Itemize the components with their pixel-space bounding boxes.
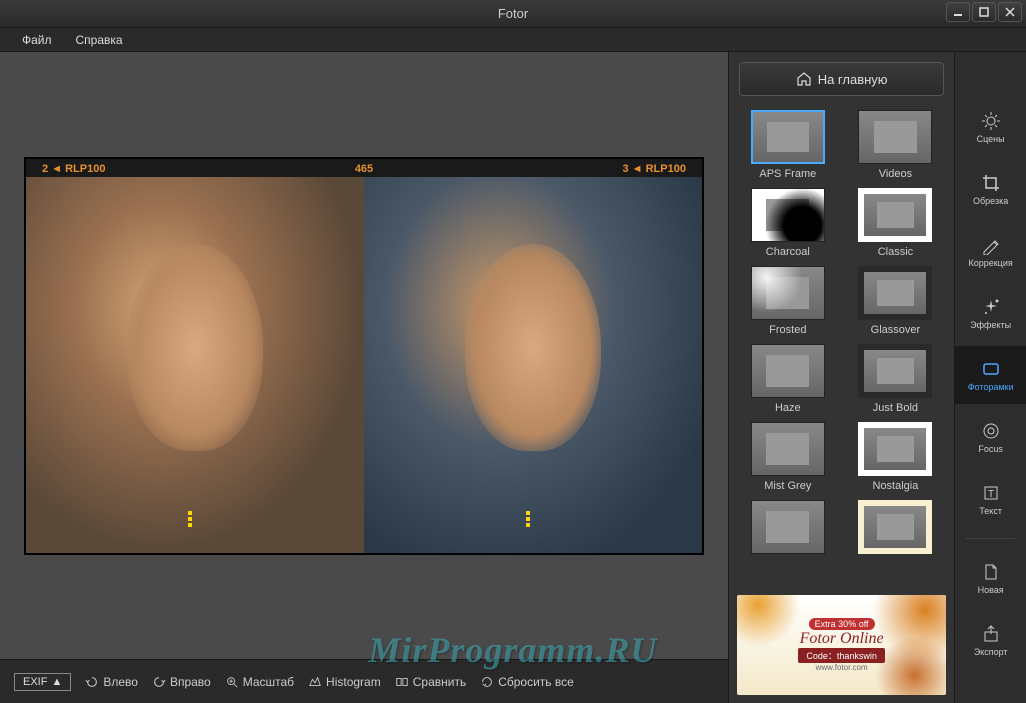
- frame-icon: [981, 359, 1001, 379]
- export-icon: [981, 624, 1001, 644]
- text-icon: T: [981, 483, 1001, 503]
- frame-item-Nostalgia[interactable]: Nostalgia: [849, 422, 943, 492]
- tool-label: Текст: [979, 506, 1002, 516]
- tools-sidebar: Сцены Обрезка Коррекция Эффекты Фоторамки Foc…: [954, 52, 1026, 703]
- tool-label: Фоторамки: [968, 382, 1014, 392]
- rotate-right-button[interactable]: Вправо: [152, 675, 211, 689]
- frame-item-Just Bold[interactable]: Just Bold: [849, 344, 943, 414]
- tool-sparkle[interactable]: Эффекты: [955, 284, 1026, 342]
- frame-label: Haze: [775, 402, 801, 414]
- frame-label: Videos: [879, 168, 912, 180]
- frame-item-Haze[interactable]: Haze: [741, 344, 835, 414]
- home-icon: [796, 71, 812, 87]
- tool-label: Сцены: [977, 134, 1005, 144]
- film-marker-center: 465: [355, 163, 373, 175]
- bottom-toolbar: EXIF▲ Влево Вправо Масштаб Histogram Сра…: [0, 659, 728, 703]
- tool-label: Новая: [978, 585, 1004, 595]
- tool-frame[interactable]: Фоторамки: [955, 346, 1026, 404]
- frame-label: Mist Grey: [764, 480, 811, 492]
- promo-title: Fotor Online: [800, 630, 884, 648]
- frame-thumb: [751, 422, 825, 476]
- exif-button[interactable]: EXIF▲: [14, 673, 71, 691]
- maximize-button[interactable]: [972, 2, 996, 22]
- frame-item-11[interactable]: [849, 500, 943, 558]
- frame-thumb: [751, 266, 825, 320]
- titlebar: Fotor: [0, 0, 1026, 28]
- frame-thumb: [858, 110, 932, 164]
- film-marker-left: 2 ◄ RLP100: [42, 163, 105, 175]
- right-panel: На главную APS Frame Videos Charcoal Classi…: [728, 52, 1026, 703]
- pencil-icon: [981, 235, 1001, 255]
- sparkle-icon: [981, 297, 1001, 317]
- frame-item-APS Frame[interactable]: APS Frame: [741, 110, 835, 180]
- frame-label: Charcoal: [766, 246, 810, 258]
- reset-button[interactable]: Сбросить все: [480, 675, 574, 689]
- menubar: Файл Справка: [0, 28, 1026, 52]
- frame-label: APS Frame: [759, 168, 816, 180]
- frame-thumb: [751, 188, 825, 242]
- target-icon: [981, 421, 1001, 441]
- canvas-area: 2 ◄ RLP100 465 3 ◄ RLP100 EXIF▲ Влево Вп…: [0, 52, 728, 703]
- frame-thumb: [858, 344, 932, 398]
- tool-label: Focus: [978, 444, 1003, 454]
- app-title: Fotor: [498, 6, 528, 21]
- frame-label: Nostalgia: [872, 480, 918, 492]
- frame-thumb: [858, 500, 932, 554]
- frame-thumb: [858, 266, 932, 320]
- tool-crop[interactable]: Обрезка: [955, 160, 1026, 218]
- frame-thumb: [751, 500, 825, 554]
- photo-after: [364, 177, 702, 553]
- frame-thumb: [751, 344, 825, 398]
- frame-item-Glassover[interactable]: Glassover: [849, 266, 943, 336]
- crop-icon: [981, 173, 1001, 193]
- sun-icon: [981, 111, 1001, 131]
- tool-export[interactable]: Экспорт: [955, 611, 1026, 669]
- photo-preview[interactable]: 2 ◄ RLP100 465 3 ◄ RLP100: [24, 157, 704, 555]
- photo-before: [26, 177, 364, 553]
- promo-discount: Extra 30% off: [809, 618, 875, 630]
- frame-label: Glassover: [871, 324, 921, 336]
- frame-item-Videos[interactable]: Videos: [849, 110, 943, 180]
- frame-thumb: [858, 188, 932, 242]
- compare-button[interactable]: Сравнить: [395, 675, 466, 689]
- minimize-button[interactable]: [946, 2, 970, 22]
- close-button[interactable]: [998, 2, 1022, 22]
- tool-label: Коррекция: [968, 258, 1012, 268]
- rotate-left-button[interactable]: Влево: [85, 675, 138, 689]
- home-button[interactable]: На главную: [739, 62, 944, 96]
- frame-label: Classic: [878, 246, 913, 258]
- frame-item-10[interactable]: [741, 500, 835, 558]
- frame-item-Charcoal[interactable]: Charcoal: [741, 188, 835, 258]
- tool-file[interactable]: Новая: [955, 549, 1026, 607]
- menu-help[interactable]: Справка: [64, 29, 135, 51]
- zoom-button[interactable]: Масштаб: [225, 675, 294, 689]
- tool-text[interactable]: T Текст: [955, 470, 1026, 528]
- film-marker-right: 3 ◄ RLP100: [623, 163, 686, 175]
- tool-pencil[interactable]: Коррекция: [955, 222, 1026, 280]
- tool-label: Экспорт: [974, 647, 1008, 657]
- file-icon: [981, 562, 1001, 582]
- frame-label: Frosted: [769, 324, 806, 336]
- promo-url: www.fotor.com: [816, 663, 868, 672]
- tool-label: Обрезка: [973, 196, 1008, 206]
- promo-banner[interactable]: Extra 30% off Fotor Online Code：thankswi…: [737, 595, 946, 695]
- window-controls: [946, 2, 1022, 22]
- frame-item-Frosted[interactable]: Frosted: [741, 266, 835, 336]
- tool-divider: [966, 538, 1016, 539]
- menu-file[interactable]: Файл: [10, 29, 64, 51]
- frames-grid[interactable]: APS Frame Videos Charcoal Classic Frosted Gla…: [729, 106, 954, 587]
- histogram-button[interactable]: Histogram: [308, 675, 381, 689]
- frame-thumb: [751, 110, 825, 164]
- frame-thumb: [858, 422, 932, 476]
- promo-code: Code：thankswin: [798, 648, 885, 663]
- frame-item-Mist Grey[interactable]: Mist Grey: [741, 422, 835, 492]
- tool-label: Эффекты: [970, 320, 1011, 330]
- frame-item-Classic[interactable]: Classic: [849, 188, 943, 258]
- home-button-label: На главную: [818, 72, 888, 87]
- svg-text:T: T: [988, 489, 994, 500]
- frame-label: Just Bold: [873, 402, 918, 414]
- tool-target[interactable]: Focus: [955, 408, 1026, 466]
- tool-sun[interactable]: Сцены: [955, 98, 1026, 156]
